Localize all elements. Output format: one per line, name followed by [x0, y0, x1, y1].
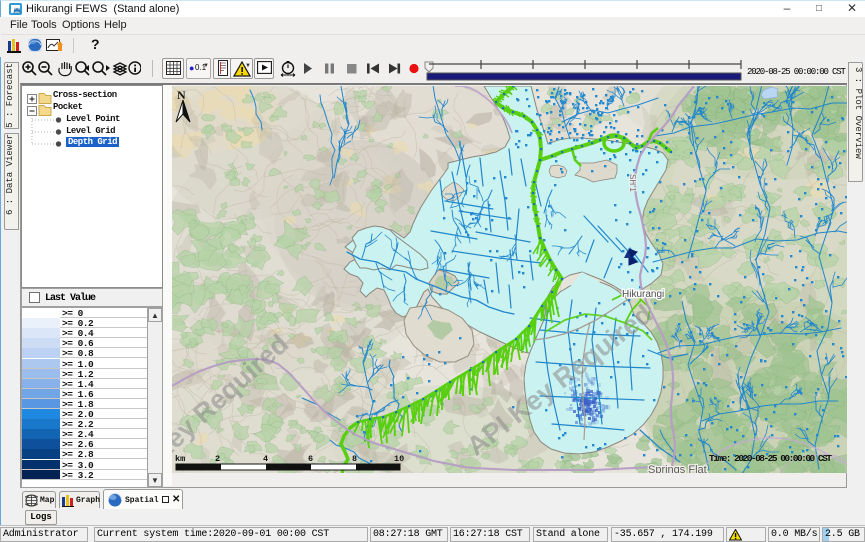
- svg-text:Springs Flat: Springs Flat: [648, 464, 707, 473]
- svg-text:2: 2: [215, 454, 220, 464]
- svg-text:km: km: [175, 454, 185, 464]
- svg-text:4: 4: [263, 454, 268, 464]
- svg-text:Time: 2020-08-25 00:00:00 CST: Time: 2020-08-25 00:00:00 CST: [709, 453, 832, 464]
- svg-text:N: N: [177, 88, 186, 102]
- svg-text:Hikurangi: Hikurangi: [622, 289, 664, 300]
- svg-text:10: 10: [394, 454, 404, 464]
- svg-text:6: 6: [308, 454, 313, 464]
- svg-text:8: 8: [352, 454, 357, 464]
- svg-text:SH 1: SH 1: [628, 174, 637, 192]
